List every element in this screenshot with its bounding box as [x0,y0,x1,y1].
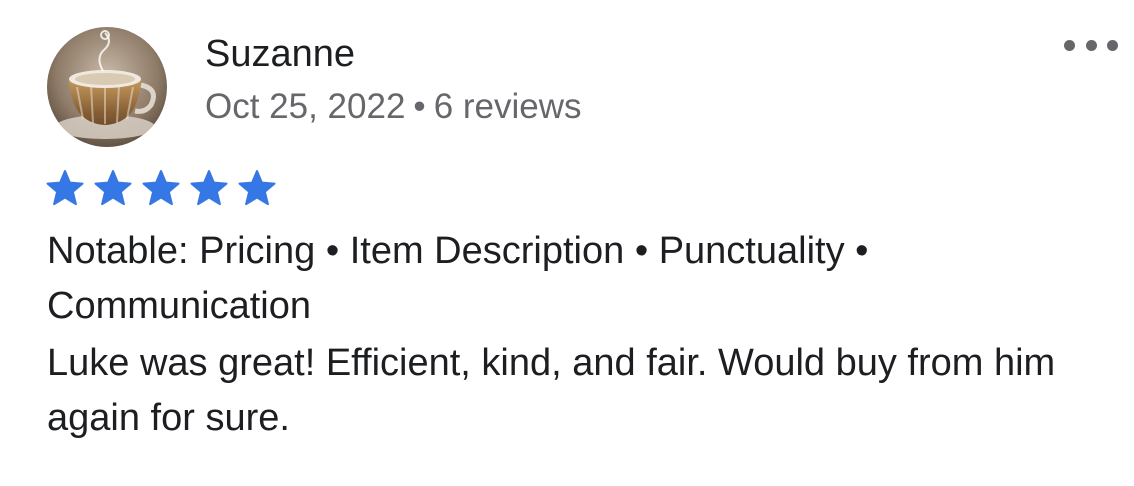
review-card: Suzanne Oct 25, 2022 • 6 reviews Notable: … [0,0,1134,486]
more-options-button[interactable] [1064,34,1118,56]
star-icon [142,169,180,207]
tag-separator: • [855,230,869,272]
review-meta: Oct 25, 2022 • 6 reviews [205,86,582,128]
more-horizontal-icon-dot [1085,39,1097,51]
star-icon [94,169,132,207]
notable-tag: Pricing [199,230,316,272]
review-count[interactable]: 6 reviews [434,87,582,126]
notable-tag: Item Description [349,230,625,272]
notable-tags: Notable: Pricing • Item Description • Pu… [47,224,1097,334]
tag-separator: • [634,230,649,272]
tag-separator: • [325,230,340,272]
review-date: Oct 25, 2022 [205,87,406,126]
reviewer-name[interactable]: Suzanne [205,32,355,76]
notable-tag: Punctuality [658,230,845,272]
notable-tag: Communication [47,285,311,327]
avatar[interactable] [47,27,167,147]
star-icon [190,169,228,207]
more-horizontal-icon [1064,39,1075,51]
meta-separator: • [413,87,426,126]
review-text: Luke was great! Efficient, kind, and fai… [47,342,1056,439]
notable-label: Notable: [47,230,189,272]
more-horizontal-icon-dot [1107,39,1118,51]
star-rating [46,169,286,207]
star-icon [238,169,276,207]
star-icon [46,169,84,207]
